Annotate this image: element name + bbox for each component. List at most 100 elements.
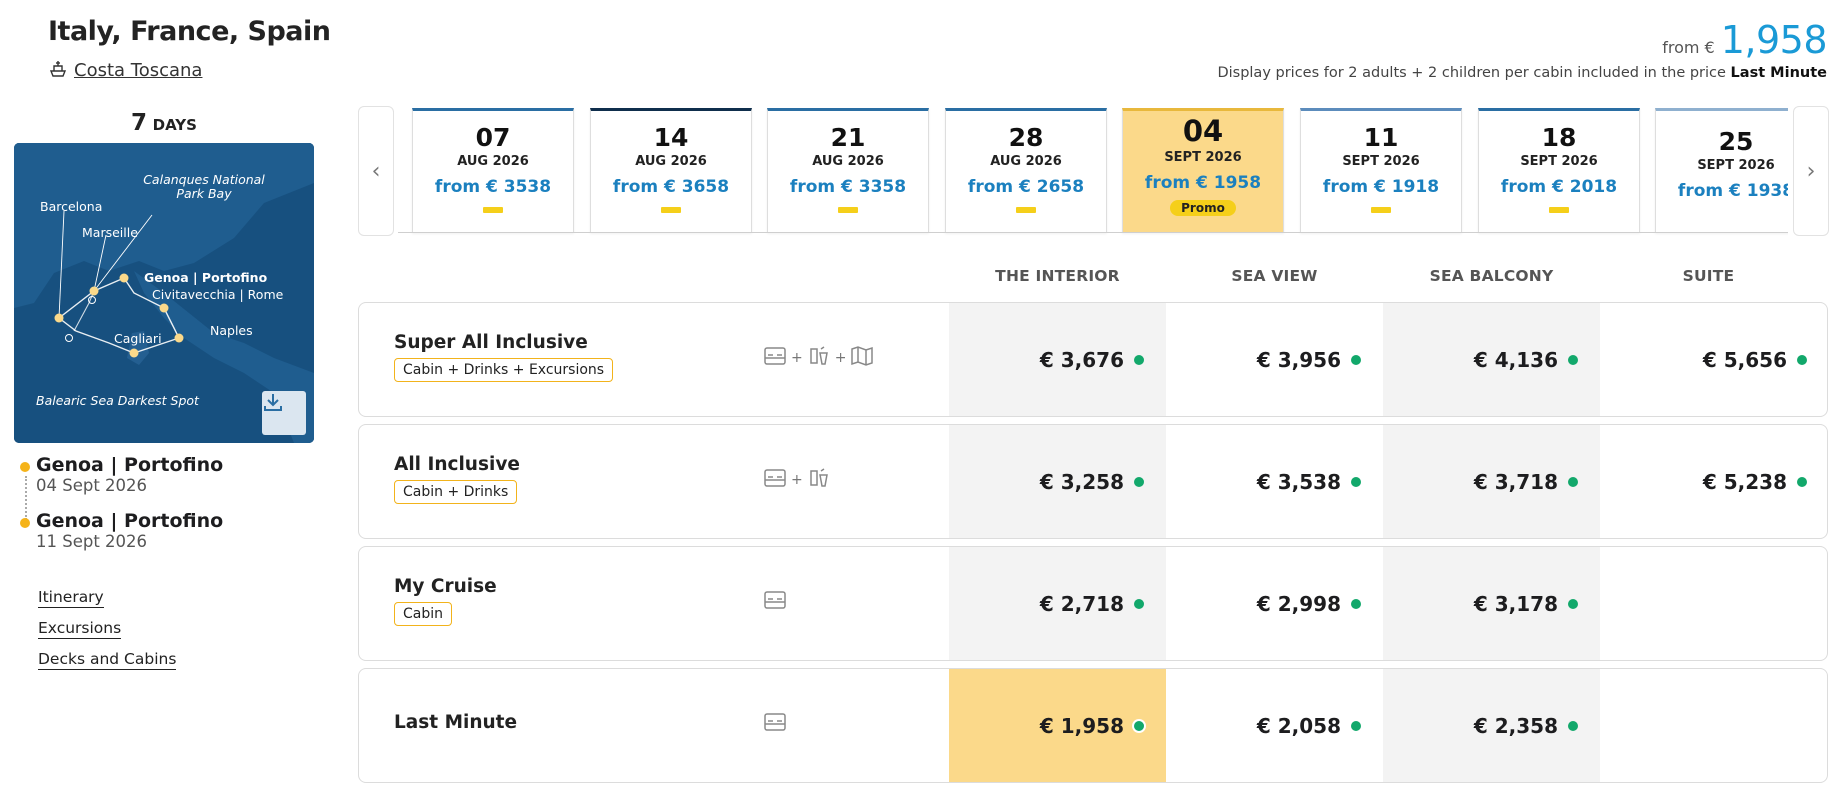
link-decks-and-cabins[interactable]: Decks and Cabins bbox=[38, 650, 177, 670]
date-day: 07 bbox=[475, 123, 511, 152]
dates-next-button[interactable]: › bbox=[1793, 106, 1829, 236]
price-amount: € 2,718 bbox=[1039, 591, 1124, 616]
availability-dot bbox=[1134, 598, 1144, 609]
price-cell-suite[interactable]: € 5,656 bbox=[1600, 303, 1817, 416]
availability-dot bbox=[1568, 598, 1578, 609]
ship-link[interactable]: Costa Toscana bbox=[48, 58, 202, 83]
date-card-selected[interactable]: 04 SEPT 2026 from € 1958 Promo bbox=[1122, 108, 1284, 233]
drinks-icon bbox=[807, 467, 831, 493]
availability-dot bbox=[1351, 598, 1361, 609]
arrival-dot bbox=[20, 518, 30, 528]
offer-badge: Cabin + Drinks bbox=[394, 480, 518, 504]
price-cell-sea-view[interactable]: € 3,956 bbox=[1166, 303, 1383, 416]
offer-inclusions: + + bbox=[763, 345, 874, 371]
download-map-button[interactable] bbox=[262, 391, 306, 435]
price-cell-sea-balcony[interactable]: € 3,178 bbox=[1383, 547, 1600, 660]
date-card[interactable]: 11 SEPT 2026 from € 1918 bbox=[1300, 108, 1462, 233]
map-label-civitavecchia: Civitavecchia | Rome bbox=[152, 287, 284, 302]
from-label: from € bbox=[1662, 38, 1715, 57]
availability-dot bbox=[1351, 476, 1361, 487]
price-cell-interior[interactable]: € 3,258 bbox=[949, 425, 1166, 538]
availability-dot bbox=[1568, 720, 1578, 731]
arrival-date: 11 Sept 2026 bbox=[36, 532, 148, 551]
price-cell-interior-selected[interactable]: € 1,958 bbox=[949, 669, 1166, 782]
price-amount: € 5,656 bbox=[1702, 347, 1787, 372]
offer-row-super-all-inclusive: Super All Inclusive Cabin + Drinks + Exc… bbox=[358, 302, 1828, 417]
link-itinerary[interactable]: Itinerary bbox=[38, 588, 104, 608]
departure-date: 04 Sept 2026 bbox=[36, 476, 148, 495]
price-amount: € 3,718 bbox=[1473, 469, 1558, 494]
price-cell-suite[interactable]: € 5,238 bbox=[1600, 425, 1817, 538]
date-day: 18 bbox=[1541, 123, 1577, 152]
date-card[interactable]: 14 AUG 2026 from € 3658 bbox=[590, 108, 752, 233]
price-amount: € 1,958 bbox=[1039, 713, 1124, 738]
date-month: SEPT 2026 bbox=[1342, 154, 1420, 169]
date-price: from € 1918 bbox=[1322, 177, 1440, 197]
date-day: 28 bbox=[1008, 123, 1044, 152]
offer-inclusions: + bbox=[763, 467, 831, 493]
date-month: AUG 2026 bbox=[635, 154, 707, 169]
ship-name: Costa Toscana bbox=[74, 60, 203, 81]
plus-icon: + bbox=[791, 350, 803, 366]
departure-port: Genoa | Portofino 04 Sept 2026 bbox=[20, 454, 223, 495]
map-label-marseille: Marseille bbox=[82, 225, 138, 240]
price-note-bold: Last Minute bbox=[1730, 65, 1827, 81]
price-cell-suite-empty bbox=[1600, 547, 1817, 660]
price-cell-sea-balcony[interactable]: € 2,358 bbox=[1383, 669, 1600, 782]
availability-dot bbox=[1351, 354, 1361, 365]
date-day: 14 bbox=[653, 123, 689, 152]
offer-name: Last Minute bbox=[394, 712, 518, 733]
price-cell-sea-balcony[interactable]: € 3,718 bbox=[1383, 425, 1600, 538]
arrival-port-name: Genoa | Portofino bbox=[36, 510, 224, 532]
offer-row-my-cruise: My Cruise Cabin € 2,718 € 2,998 € 3,178 bbox=[358, 546, 1828, 661]
date-card[interactable]: 25 SEPT 2026 from € 1938 bbox=[1655, 108, 1788, 233]
date-card[interactable]: 07 AUG 2026 from € 3538 bbox=[412, 108, 574, 233]
price-cell-sea-balcony[interactable]: € 4,136 bbox=[1383, 303, 1600, 416]
availability-dot bbox=[1568, 476, 1578, 487]
date-price: from € 3358 bbox=[789, 177, 907, 197]
date-card[interactable]: 28 AUG 2026 from € 2658 bbox=[945, 108, 1107, 233]
bed-icon bbox=[763, 589, 787, 615]
offer-row-all-inclusive: All Inclusive Cabin + Drinks + € 3,258 €… bbox=[358, 424, 1828, 539]
date-month: AUG 2026 bbox=[990, 154, 1062, 169]
column-header-sea-view: SEA VIEW bbox=[1231, 267, 1318, 285]
plus-icon: + bbox=[834, 350, 847, 366]
date-card[interactable]: 18 SEPT 2026 from € 2018 bbox=[1478, 108, 1640, 233]
itinerary-map[interactable]: Calanques National Park Bay Barcelona Ma… bbox=[14, 143, 314, 443]
link-excursions[interactable]: Excursions bbox=[38, 619, 122, 639]
price-amount: € 4,136 bbox=[1473, 347, 1558, 372]
price-cell-sea-view[interactable]: € 2,998 bbox=[1166, 547, 1383, 660]
price-amount: € 2,058 bbox=[1256, 713, 1341, 738]
price-cell-interior[interactable]: € 2,718 bbox=[949, 547, 1166, 660]
map-label-naples: Naples bbox=[210, 323, 253, 338]
map-icon bbox=[850, 345, 874, 371]
departure-dot bbox=[20, 462, 30, 472]
date-card[interactable]: 21 AUG 2026 from € 3358 bbox=[767, 108, 929, 233]
date-price: from € 2658 bbox=[967, 177, 1085, 197]
date-month: AUG 2026 bbox=[457, 154, 529, 169]
price-cell-sea-view[interactable]: € 2,058 bbox=[1166, 669, 1383, 782]
date-price: from € 1958 bbox=[1144, 173, 1262, 193]
dates-prev-button[interactable]: ‹ bbox=[358, 106, 394, 236]
price-indicator bbox=[661, 207, 681, 213]
price-note-text: Display prices for 2 adults + 2 children… bbox=[1217, 65, 1726, 81]
column-header-interior: THE INTERIOR bbox=[995, 267, 1120, 285]
price-indicator bbox=[1549, 207, 1569, 213]
dates-divider bbox=[398, 232, 1788, 233]
date-price: from € 3538 bbox=[434, 177, 552, 197]
availability-dot bbox=[1134, 354, 1144, 365]
availability-dot bbox=[1134, 720, 1144, 731]
price-amount: € 2,358 bbox=[1473, 713, 1558, 738]
price-cell-sea-view[interactable]: € 3,538 bbox=[1166, 425, 1383, 538]
availability-dot bbox=[1351, 720, 1361, 731]
price-cell-interior[interactable]: € 3,676 bbox=[949, 303, 1166, 416]
date-day: 21 bbox=[830, 123, 866, 152]
route-connector bbox=[25, 476, 27, 520]
availability-dot bbox=[1797, 476, 1807, 487]
from-price: from € 1,958 bbox=[1662, 18, 1827, 62]
offer-inclusions bbox=[763, 711, 787, 737]
column-header-sea-balcony: SEA BALCONY bbox=[1429, 267, 1554, 285]
bed-icon bbox=[763, 345, 787, 371]
chevron-left-icon: ‹ bbox=[371, 158, 381, 184]
date-day: 11 bbox=[1363, 123, 1399, 152]
